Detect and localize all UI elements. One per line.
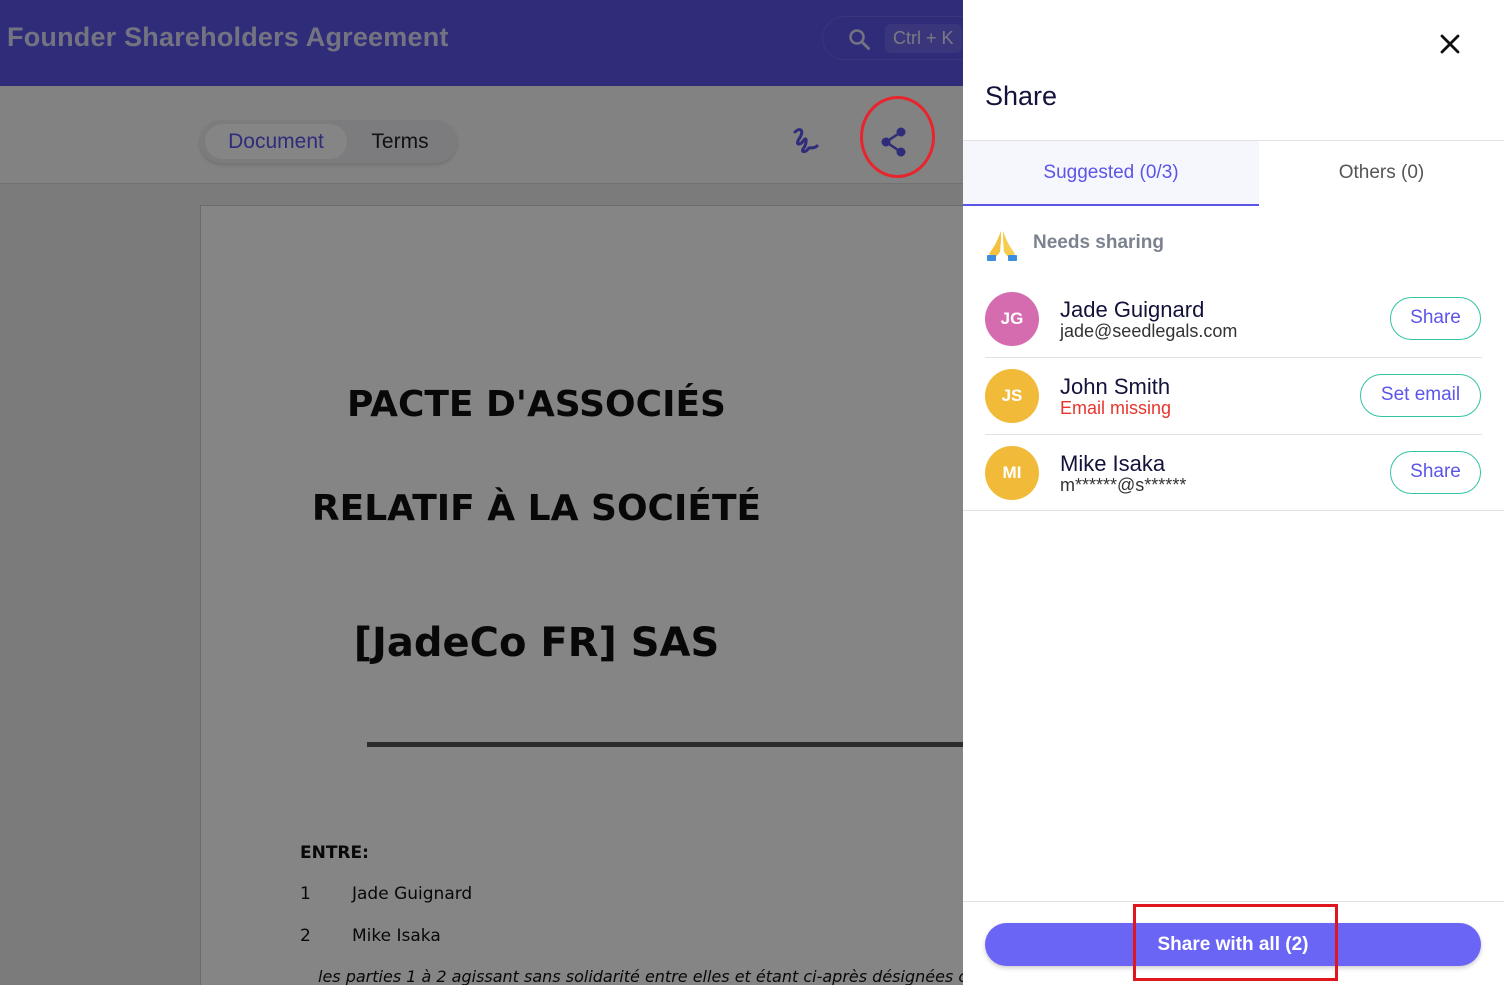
share-person-row: JG Jade Guignard jade@seedlegals.com Sha… xyxy=(985,281,1482,358)
praying-hands-icon xyxy=(987,231,1017,261)
email-missing-warning: Email missing xyxy=(1060,398,1172,418)
share-person-row: JS John Smith Email missing Set email xyxy=(985,358,1482,435)
person-name: Mike Isaka xyxy=(1060,451,1166,476)
close-icon[interactable] xyxy=(1437,31,1463,57)
share-panel-title: Share xyxy=(985,81,1058,111)
set-email-button[interactable]: Set email xyxy=(1360,374,1481,417)
share-button[interactable]: Share xyxy=(1390,297,1481,340)
divider xyxy=(963,510,1504,511)
share-person-row: MI Mike Isaka m******@s****** Share xyxy=(985,435,1482,512)
share-button[interactable]: Share xyxy=(1390,451,1481,494)
share-tabs: Suggested (0/3) Others (0) xyxy=(963,141,1504,206)
tab-suggested[interactable]: Suggested (0/3) xyxy=(963,141,1259,206)
divider xyxy=(963,901,1504,902)
tab-others[interactable]: Others (0) xyxy=(1259,141,1504,206)
avatar: JG xyxy=(985,292,1039,346)
avatar: JS xyxy=(985,369,1039,423)
annotation-rectangle xyxy=(1133,904,1338,981)
share-panel: Share Suggested (0/3) Others (0) Needs s… xyxy=(963,0,1504,985)
annotation-circle xyxy=(860,96,935,178)
person-email: jade@seedlegals.com xyxy=(1060,321,1238,341)
avatar: MI xyxy=(985,446,1039,500)
needs-sharing-label: Needs sharing xyxy=(1033,232,1164,253)
person-email: m******@s****** xyxy=(1060,475,1187,495)
person-name: John Smith xyxy=(1060,374,1171,399)
person-name: Jade Guignard xyxy=(1060,297,1205,322)
